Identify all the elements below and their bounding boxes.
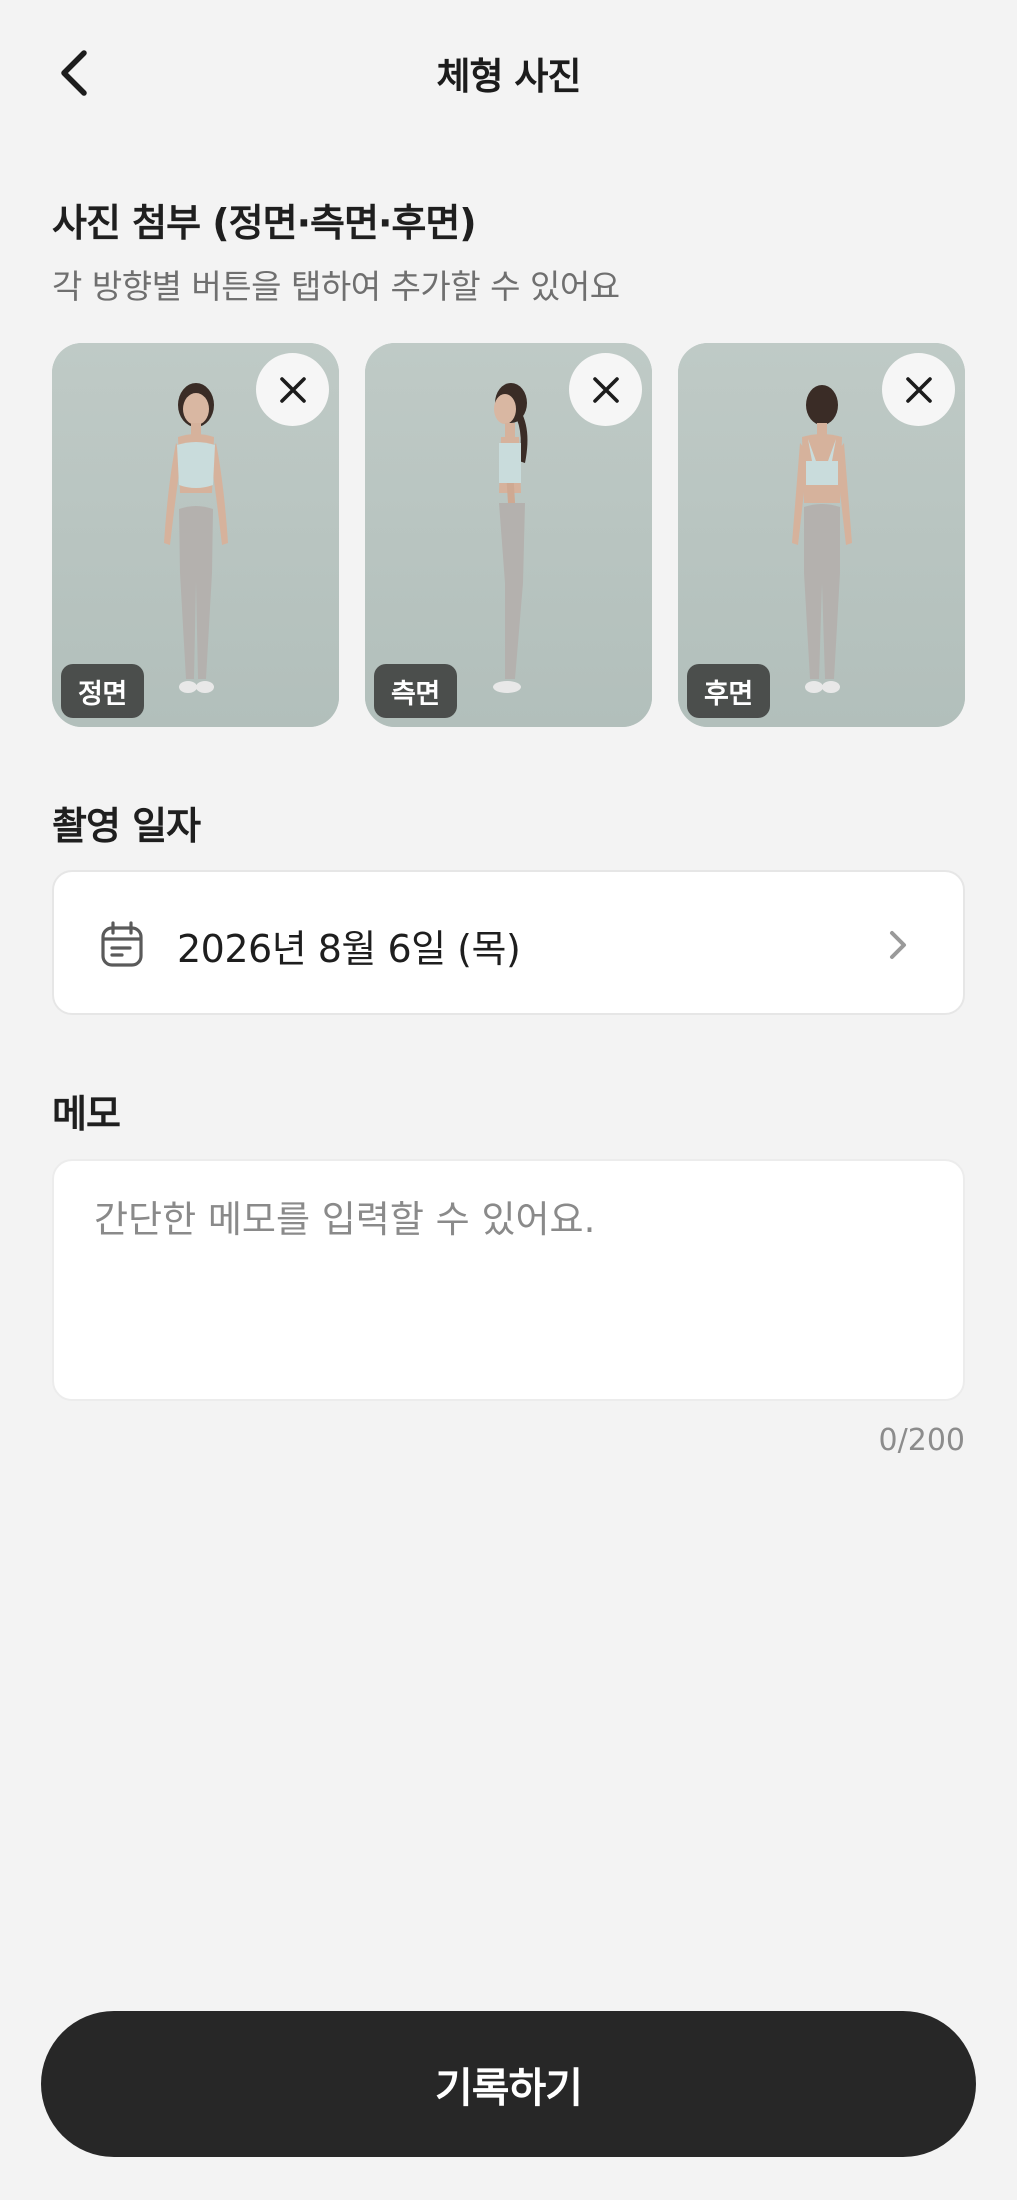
close-icon [905,376,932,403]
page-title: 체형 사진 [436,55,581,98]
close-icon [592,376,619,403]
photo-card-side[interactable]: 측면 [365,343,652,727]
body-photo-screen: 체형 사진 사진 첨부 (정면·측면·후면) 각 방향별 버튼을 탭하여 추가할… [0,0,1017,2200]
remove-photo-button[interactable] [256,353,329,426]
close-icon [279,376,306,403]
date-picker-field[interactable]: 2026년 8월 6일 (목) [52,870,965,1015]
memo-section-title: 메모 [52,1092,121,1136]
photo-card-back[interactable]: 후면 [678,343,965,727]
remove-photo-button[interactable] [882,353,955,426]
photo-view-badge: 정면 [61,664,144,718]
photo-section-subtitle: 각 방향별 버튼을 탭하여 추가할 수 있어요 [52,267,620,306]
date-section-title: 촬영 일자 [52,804,201,848]
photo-view-badge: 측면 [374,664,457,718]
remove-photo-button[interactable] [569,353,642,426]
calendar-icon [101,921,143,967]
header: 체형 사진 [0,0,1017,150]
date-value: 2026년 8월 6일 (목) [177,927,521,971]
chevron-right-icon [890,931,906,959]
memo-input[interactable] [54,1161,963,1399]
memo-box [52,1159,965,1401]
submit-record-button[interactable]: 기록하기 [41,2011,976,2157]
photo-view-badge: 후면 [687,664,770,718]
photo-section-title: 사진 첨부 (정면·측면·후면) [52,201,477,245]
photo-card-front[interactable]: 정면 [52,343,339,727]
photo-list: 정면 측면 후면 [52,343,965,727]
memo-char-counter: 0/200 [878,1423,965,1458]
